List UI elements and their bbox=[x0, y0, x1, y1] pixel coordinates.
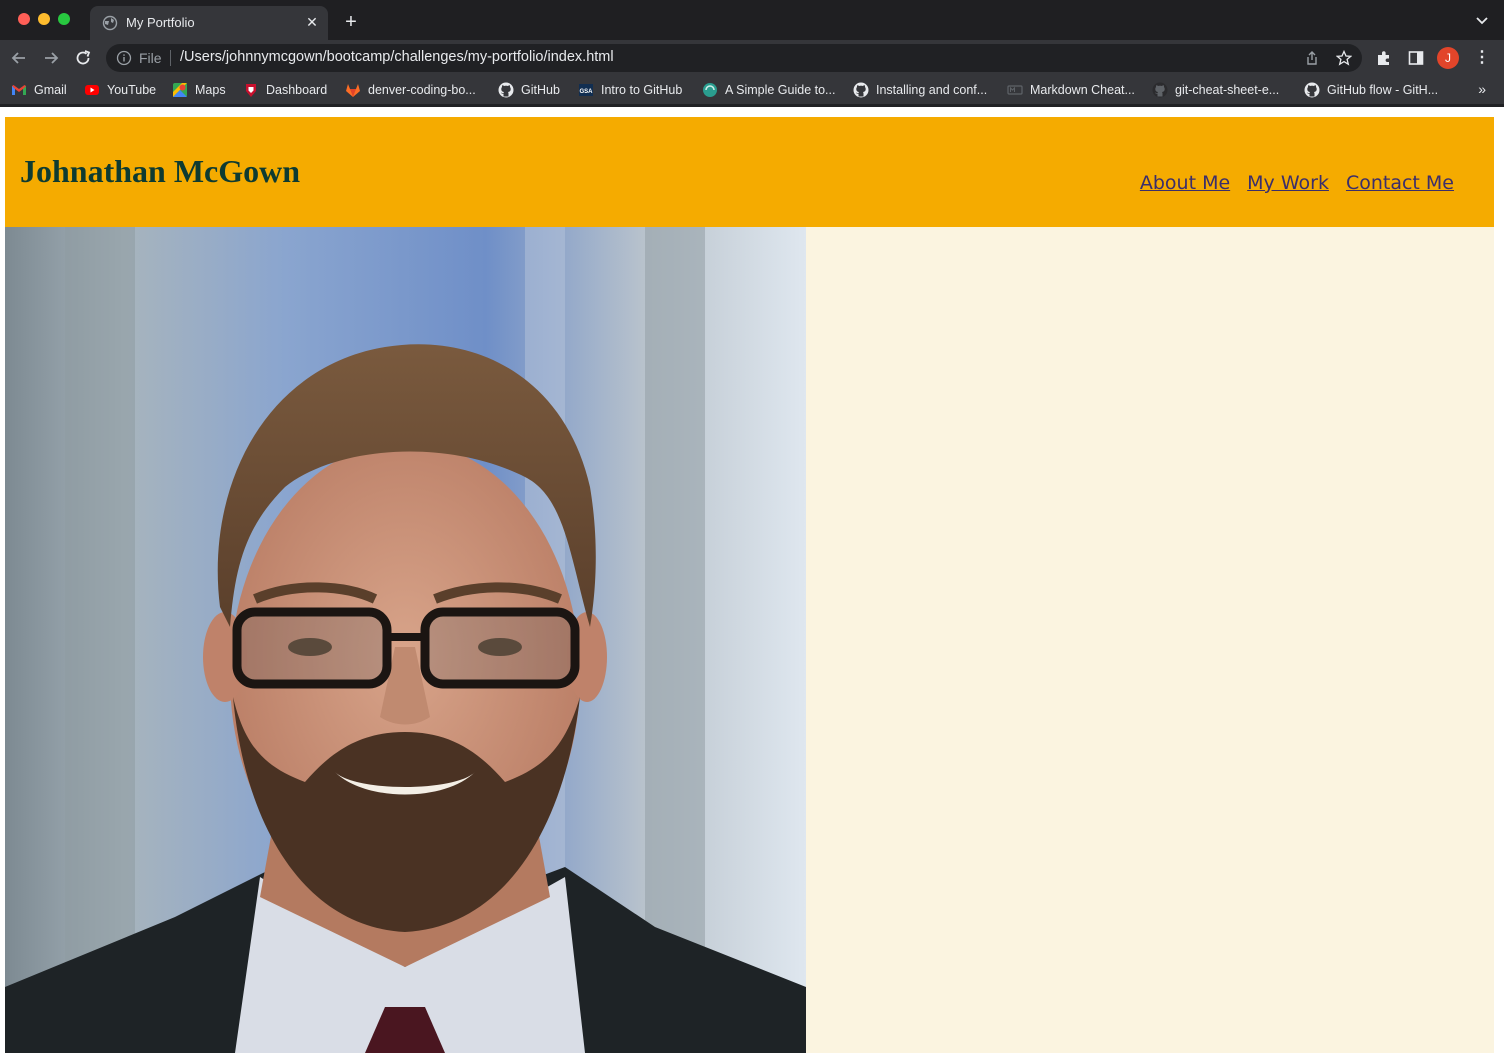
site-header: Johnathan McGown About Me My Work Contac… bbox=[5, 117, 1494, 227]
info-icon[interactable] bbox=[116, 50, 132, 66]
bookmark-label: Dashboard bbox=[266, 83, 328, 97]
minimize-window-button[interactable] bbox=[38, 13, 50, 25]
gitlab-icon bbox=[346, 84, 360, 97]
more-menu-icon[interactable]: ⋮ bbox=[1474, 49, 1490, 67]
bookmark-youtube[interactable]: YouTube bbox=[84, 81, 156, 99]
gsa-icon: GSA bbox=[579, 84, 593, 96]
youtube-icon bbox=[85, 85, 99, 95]
close-window-button[interactable] bbox=[18, 13, 30, 25]
bookmark-maps[interactable]: Maps bbox=[172, 81, 226, 99]
bookmark-intro-to-github[interactable]: GSA Intro to GitHub bbox=[578, 81, 682, 99]
svg-text:GSA: GSA bbox=[579, 89, 593, 95]
bookmark-denver-coding[interactable]: denver-coding-bo... bbox=[345, 81, 476, 99]
bookmark-dashboard[interactable]: Dashboard bbox=[243, 81, 327, 99]
nav-link-contact-me[interactable]: Contact Me bbox=[1346, 172, 1454, 194]
site-nav: About Me My Work Contact Me bbox=[1123, 172, 1454, 194]
browser-window: My Portfolio ✕ + File /Users/johnnymcgow… bbox=[0, 0, 1504, 1053]
bookmark-label: Maps bbox=[195, 83, 226, 97]
bookmark-label: YouTube bbox=[107, 83, 157, 97]
forward-arrow-icon[interactable] bbox=[41, 48, 61, 68]
chevron-down-icon[interactable] bbox=[1474, 12, 1490, 28]
markdown-icon bbox=[1007, 85, 1023, 95]
address-separator bbox=[170, 50, 171, 66]
tab-strip: My Portfolio ✕ + bbox=[0, 0, 1504, 40]
nav-link-my-work[interactable]: My Work bbox=[1247, 172, 1329, 194]
tab-my-portfolio[interactable]: My Portfolio ✕ bbox=[90, 6, 328, 40]
guide-icon bbox=[703, 83, 717, 97]
close-tab-icon[interactable]: ✕ bbox=[304, 14, 320, 30]
browser-toolbar: File /Users/johnnymcgown/bootcamp/challe… bbox=[0, 40, 1504, 76]
gmail-icon bbox=[12, 85, 26, 95]
github-icon bbox=[498, 82, 514, 98]
back-arrow-icon[interactable] bbox=[9, 48, 29, 68]
page-viewport: Johnathan McGown About Me My Work Contac… bbox=[0, 107, 1504, 1053]
nav-link-about-me[interactable]: About Me bbox=[1140, 172, 1230, 194]
bookmark-label: GitHub flow - GitH... bbox=[1327, 83, 1439, 97]
maps-icon bbox=[173, 83, 187, 97]
bookmark-label: Gmail bbox=[34, 83, 67, 97]
new-tab-button[interactable]: + bbox=[340, 11, 362, 33]
reload-icon[interactable] bbox=[73, 48, 93, 68]
bookmark-label: git-cheat-sheet-e... bbox=[1175, 83, 1280, 97]
bookmark-label: Markdown Cheat... bbox=[1030, 83, 1135, 97]
bookmarks-bar: Gmail YouTube Maps Dashboard denver-codi… bbox=[0, 76, 1504, 104]
bookmark-markdown[interactable]: Markdown Cheat... bbox=[1007, 81, 1135, 99]
url-text[interactable]: /Users/johnnymcgown/bootcamp/challenges/… bbox=[180, 49, 614, 65]
file-scheme-label: File bbox=[139, 50, 162, 66]
bookmark-label: Intro to GitHub bbox=[601, 83, 683, 97]
dashboard-icon bbox=[246, 84, 256, 97]
maximize-window-button[interactable] bbox=[58, 13, 70, 25]
bookmark-git-cheat-sheet[interactable]: git-cheat-sheet-e... bbox=[1152, 81, 1279, 99]
bookmark-label: Installing and conf... bbox=[876, 83, 988, 97]
address-bar[interactable]: File /Users/johnnymcgown/bootcamp/challe… bbox=[106, 44, 1362, 72]
extensions-puzzle-icon[interactable] bbox=[1376, 50, 1392, 66]
bookmark-label: GitHub bbox=[521, 83, 560, 97]
portrait-image bbox=[5, 227, 806, 1053]
github-icon bbox=[1304, 82, 1320, 98]
bookmark-installing[interactable]: Installing and conf... bbox=[853, 81, 987, 99]
site-title: Johnathan McGown bbox=[20, 153, 301, 189]
more-bookmarks-icon[interactable]: » bbox=[1478, 81, 1486, 97]
share-icon[interactable] bbox=[1304, 50, 1320, 66]
bookmark-simple-guide[interactable]: A Simple Guide to... bbox=[702, 81, 835, 99]
github-icon bbox=[1152, 82, 1168, 98]
bookmark-gmail[interactable]: Gmail bbox=[11, 81, 67, 99]
bookmark-github[interactable]: GitHub bbox=[498, 81, 560, 99]
bookmark-github-flow[interactable]: GitHub flow - GitH... bbox=[1304, 81, 1438, 99]
tab-title: My Portfolio bbox=[126, 15, 195, 30]
github-icon bbox=[853, 82, 869, 98]
bookmark-label: A Simple Guide to... bbox=[725, 83, 836, 97]
portrait-photo bbox=[5, 227, 806, 1053]
bookmark-label: denver-coding-bo... bbox=[368, 83, 476, 97]
star-bookmark-icon[interactable] bbox=[1336, 50, 1352, 66]
portfolio-page: Johnathan McGown About Me My Work Contac… bbox=[5, 117, 1494, 1053]
globe-icon bbox=[102, 15, 118, 31]
profile-avatar[interactable]: J bbox=[1437, 47, 1459, 69]
side-panel-icon[interactable] bbox=[1408, 50, 1424, 66]
